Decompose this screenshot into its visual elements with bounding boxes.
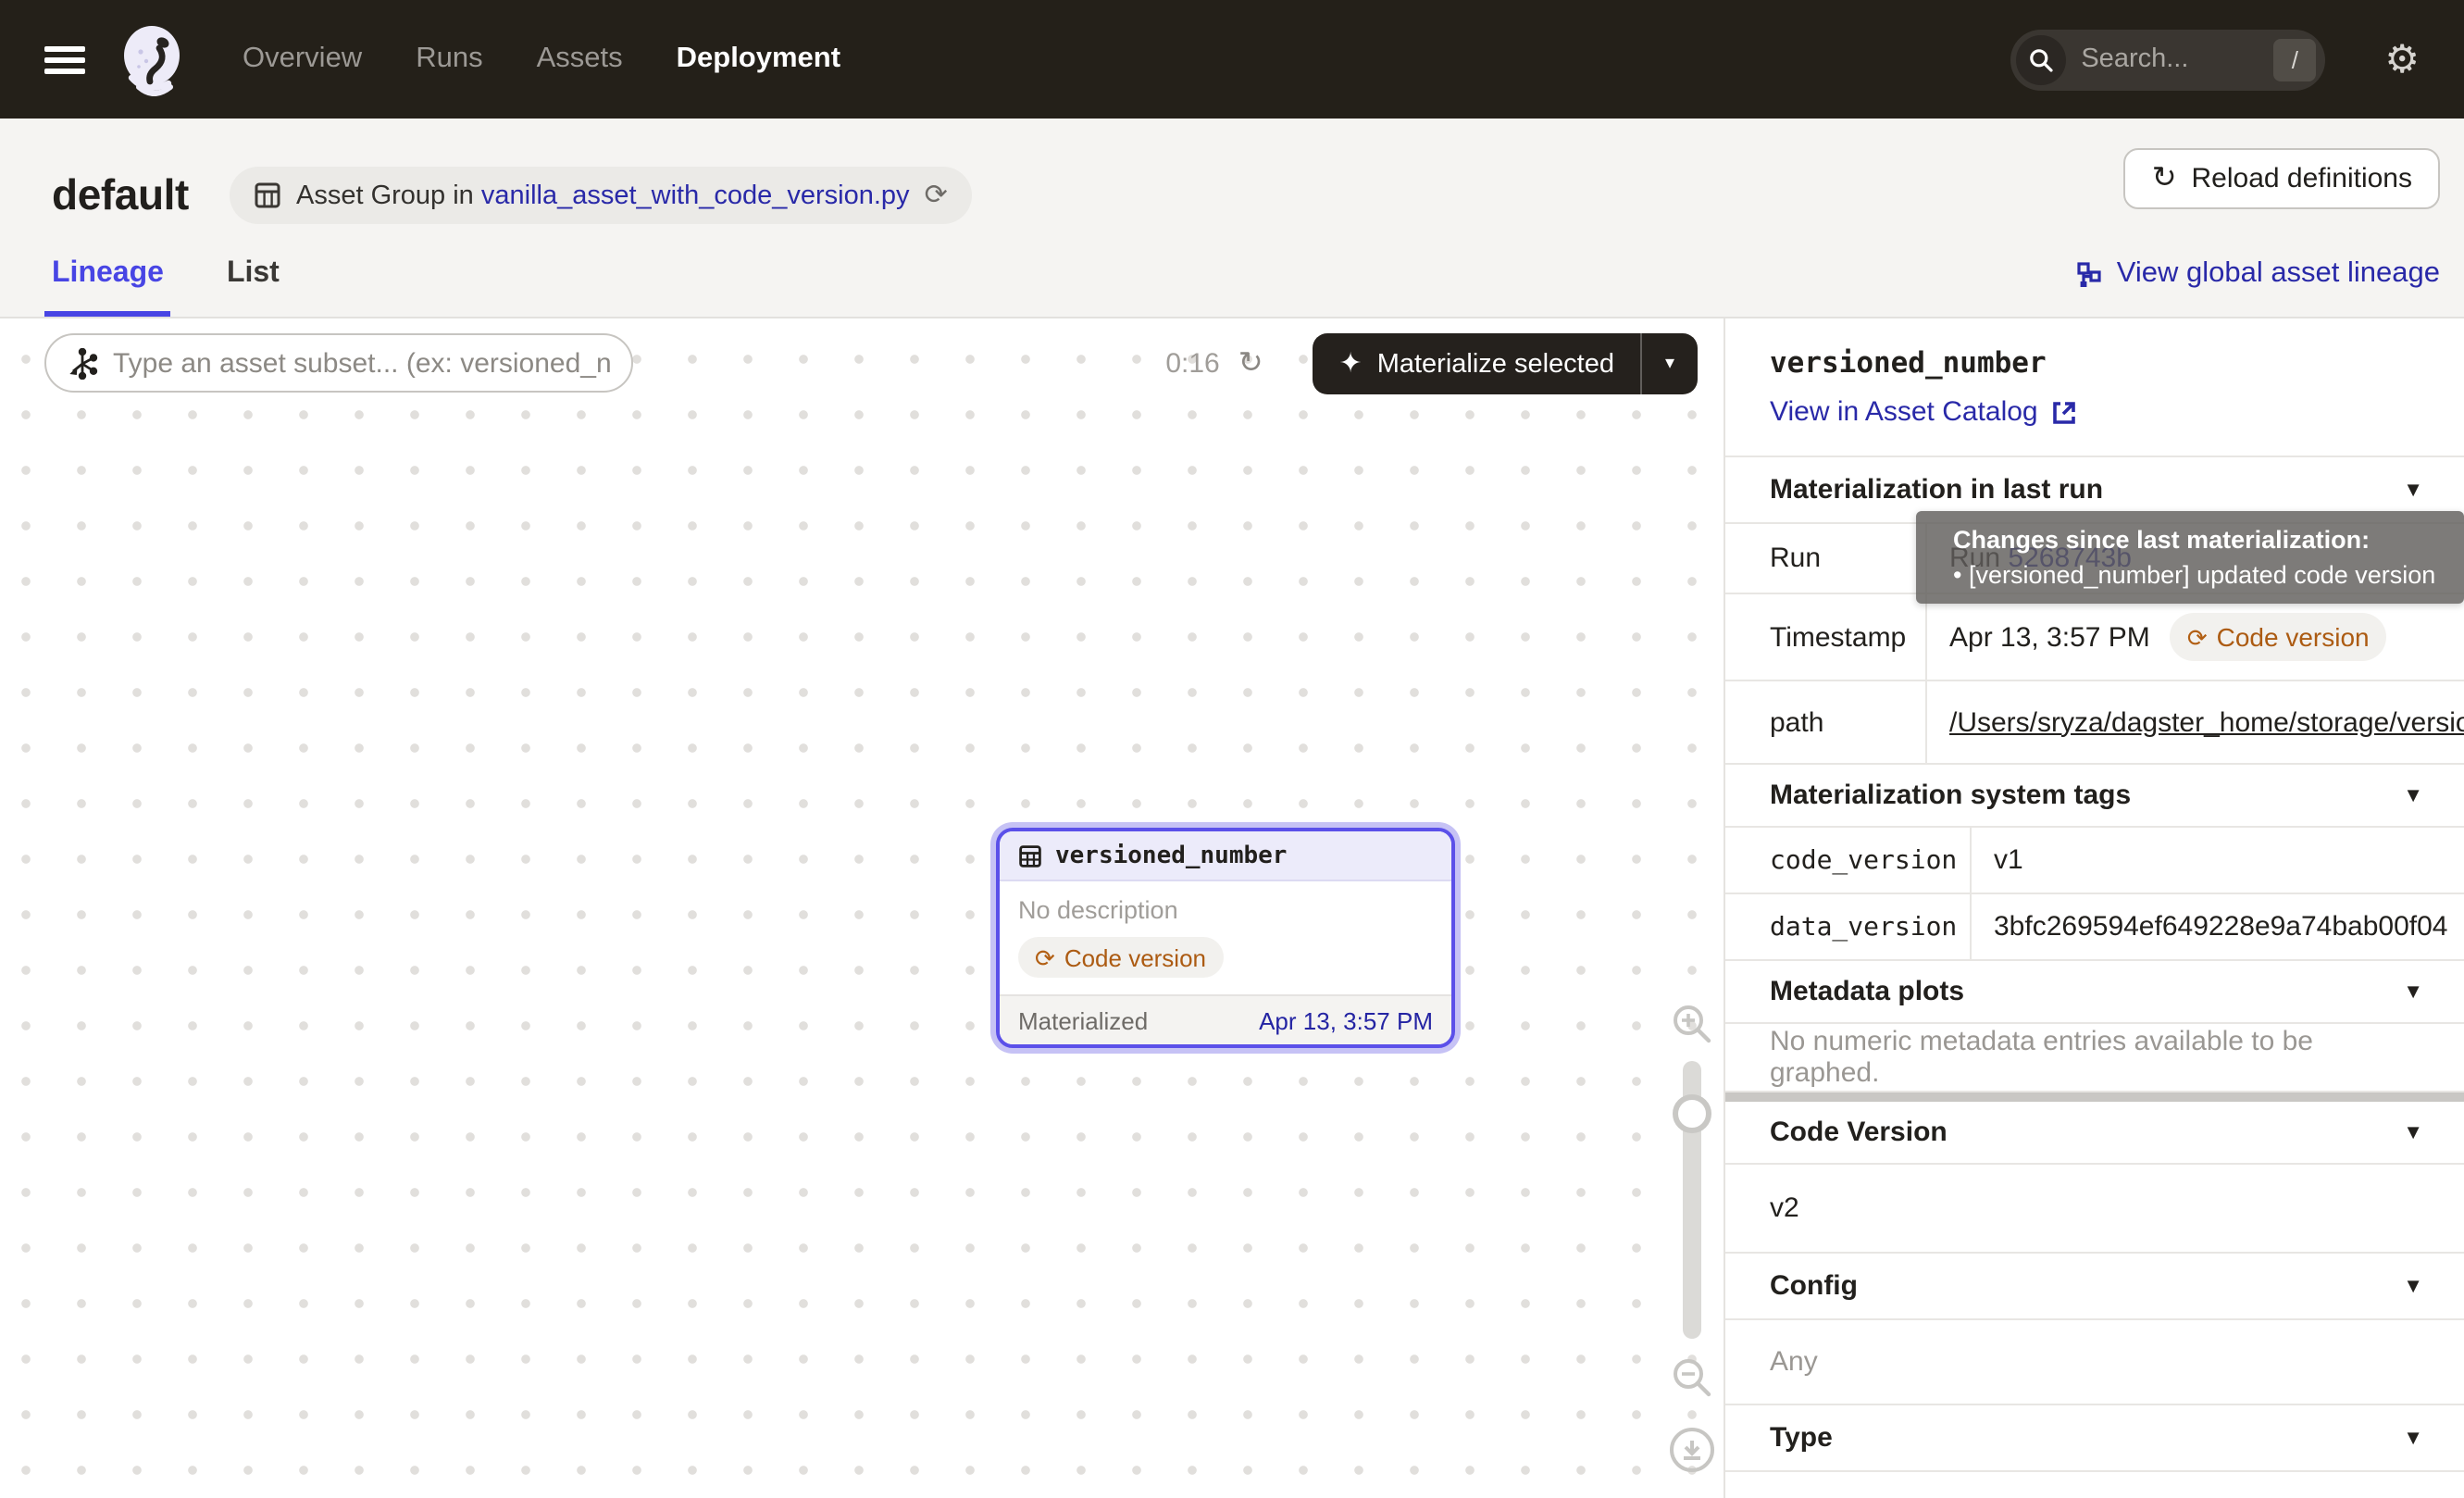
timestamp-row: Timestamp Apr 13, 3:57 PM ⟳ Code version [1725, 594, 2464, 681]
section-metadata-plots[interactable]: Metadata plots▼ [1725, 961, 2464, 1024]
panel-asset-title: versioned_number [1770, 346, 2420, 380]
path-label: path [1725, 681, 1927, 763]
view-in-asset-catalog-link[interactable]: View in Asset Catalog [1770, 396, 2420, 428]
section-code-version[interactable]: Code Version▼ [1725, 1102, 2464, 1165]
page-header: default Asset Group in vanilla_asset_wit… [0, 119, 2464, 318]
code-version-icon: ⟳ [2187, 625, 2208, 649]
tag-key: data_version [1725, 894, 1972, 959]
tab-list[interactable]: List [219, 257, 287, 317]
code-version-tag-row: code_version v1 [1725, 828, 2464, 894]
chevron-down-icon: ▼ [2403, 479, 2423, 501]
chevron-down-icon: ▼ [2403, 1121, 2423, 1143]
asset-subset-filter[interactable] [44, 333, 633, 393]
tab-lineage[interactable]: Lineage [44, 257, 171, 317]
metadata-plots-empty: No numeric metadata entries available to… [1725, 1024, 2464, 1092]
section-config[interactable]: Config▼ [1725, 1254, 2464, 1320]
code-version-changed-badge: ⟳ Code version [1018, 937, 1223, 978]
timestamp-value: Apr 13, 3:57 PM [1949, 621, 2150, 653]
reload-definitions-button[interactable]: ↻ Reload definitions [2124, 148, 2440, 209]
path-row: path /Users/sryza/dagster_home/storage/v… [1725, 681, 2464, 765]
group-prefix: Asset Group in [296, 181, 481, 210]
data-version-tag-row: data_version 3bfc269594ef649228e9a74bab0… [1725, 894, 2464, 961]
zoom-slider[interactable] [1683, 1061, 1701, 1339]
code-version-icon: ⟳ [1035, 945, 1055, 969]
timestamp-label: Timestamp [1725, 594, 1927, 680]
external-link-icon [2051, 399, 2077, 425]
path-link[interactable]: /Users/sryza/dagster_home/storage/versio [1949, 706, 2464, 738]
table-grid-icon [254, 181, 281, 209]
nav-item-runs[interactable]: Runs [416, 43, 482, 76]
search-box[interactable]: / [2010, 29, 2325, 90]
lineage-graph-icon [2076, 260, 2104, 288]
menu-icon[interactable] [44, 45, 85, 73]
view-global-asset-lineage-link[interactable]: View global asset lineage [2076, 257, 2440, 291]
chevron-down-icon: ▼ [2403, 1275, 2423, 1297]
nav-item-assets[interactable]: Assets [537, 43, 623, 76]
config-value: Any [1725, 1320, 2464, 1405]
view-tabs: Lineage List [44, 257, 287, 317]
materialize-dropdown-caret[interactable]: ▾ [1642, 333, 1698, 394]
search-input[interactable] [2081, 44, 2273, 74]
tag-value: 3bfc269594ef649228e9a74bab00f04 [1972, 911, 2464, 942]
refresh-icon[interactable]: ↻ [1238, 349, 1263, 379]
tag-key: code_version [1725, 828, 1972, 893]
asset-group-breadcrumb: Asset Group in vanilla_asset_with_code_v… [230, 167, 972, 224]
zoom-out-icon[interactable] [1672, 1357, 1712, 1398]
dagster-app: Overview Runs Assets Deployment / ⚙ defa… [0, 0, 2464, 1498]
refresh-timer: 0:16 [1165, 348, 1219, 380]
code-file-link[interactable]: vanilla_asset_with_code_version.py [481, 181, 910, 210]
changes-tooltip: Changes since last materialization: [ver… [1916, 511, 2464, 604]
chevron-down-icon: ▼ [2403, 1427, 2423, 1449]
primary-nav: Overview Runs Assets Deployment [243, 43, 840, 76]
search-icon [2016, 34, 2066, 84]
asset-name: versioned_number [1055, 842, 1287, 869]
page-title: default [52, 170, 189, 220]
asset-description: No description [1018, 896, 1433, 924]
materialized-timestamp[interactable]: Apr 13, 3:57 PM [1259, 1006, 1433, 1034]
dagster-logo-icon[interactable] [117, 22, 191, 96]
nav-item-overview[interactable]: Overview [243, 43, 362, 76]
zoom-in-icon[interactable] [1672, 1004, 1712, 1044]
tooltip-item: [versioned_number] updated code version [1953, 561, 2445, 589]
section-materialization-system-tags[interactable]: Materialization system tags▼ [1725, 765, 2464, 828]
asset-node-versioned-number[interactable]: versioned_number No description ⟳ Code v… [996, 828, 1455, 1048]
materialized-status-label: Materialized [1018, 1006, 1148, 1034]
tooltip-title: Changes since last materialization: [1953, 526, 2445, 554]
nav-item-deployment[interactable]: Deployment [677, 43, 840, 76]
gear-icon[interactable]: ⚙ [2384, 40, 2420, 79]
download-image-icon[interactable] [1670, 1428, 1714, 1472]
asset-detail-panel: versioned_number View in Asset Catalog M… [1724, 318, 2464, 1498]
asset-subset-input[interactable] [113, 347, 613, 379]
sparkle-icon: ✦ [1339, 350, 1363, 378]
refresh-icon[interactable]: ⟳ [925, 181, 948, 209]
tag-value: v1 [1972, 844, 2464, 876]
code-version-changed-badge[interactable]: ⟳ Code version [2171, 613, 2386, 661]
asset-graph-filter-icon [67, 347, 98, 379]
materialize-selected-button[interactable]: ✦ Materialize selected ▾ [1313, 333, 1698, 394]
reload-icon: ↻ [2152, 164, 2177, 193]
top-nav: Overview Runs Assets Deployment / ⚙ [0, 0, 2464, 119]
section-type[interactable]: Type▼ [1725, 1405, 2464, 1472]
panel-resize-handle[interactable] [1725, 1092, 2464, 1102]
chevron-down-icon: ▼ [2403, 980, 2423, 1003]
table-grid-icon [1018, 843, 1042, 868]
chevron-down-icon: ▼ [2403, 784, 2423, 806]
search-shortcut-key: / [2273, 38, 2316, 81]
zoom-slider-knob[interactable] [1673, 1094, 1711, 1133]
run-label: Run [1725, 524, 1927, 593]
zoom-controls [1668, 1004, 1716, 1472]
code-version-value: v2 [1725, 1165, 2464, 1254]
lineage-canvas[interactable]: 0:16 ↻ ✦ Materialize selected ▾ versione… [0, 318, 1724, 1498]
